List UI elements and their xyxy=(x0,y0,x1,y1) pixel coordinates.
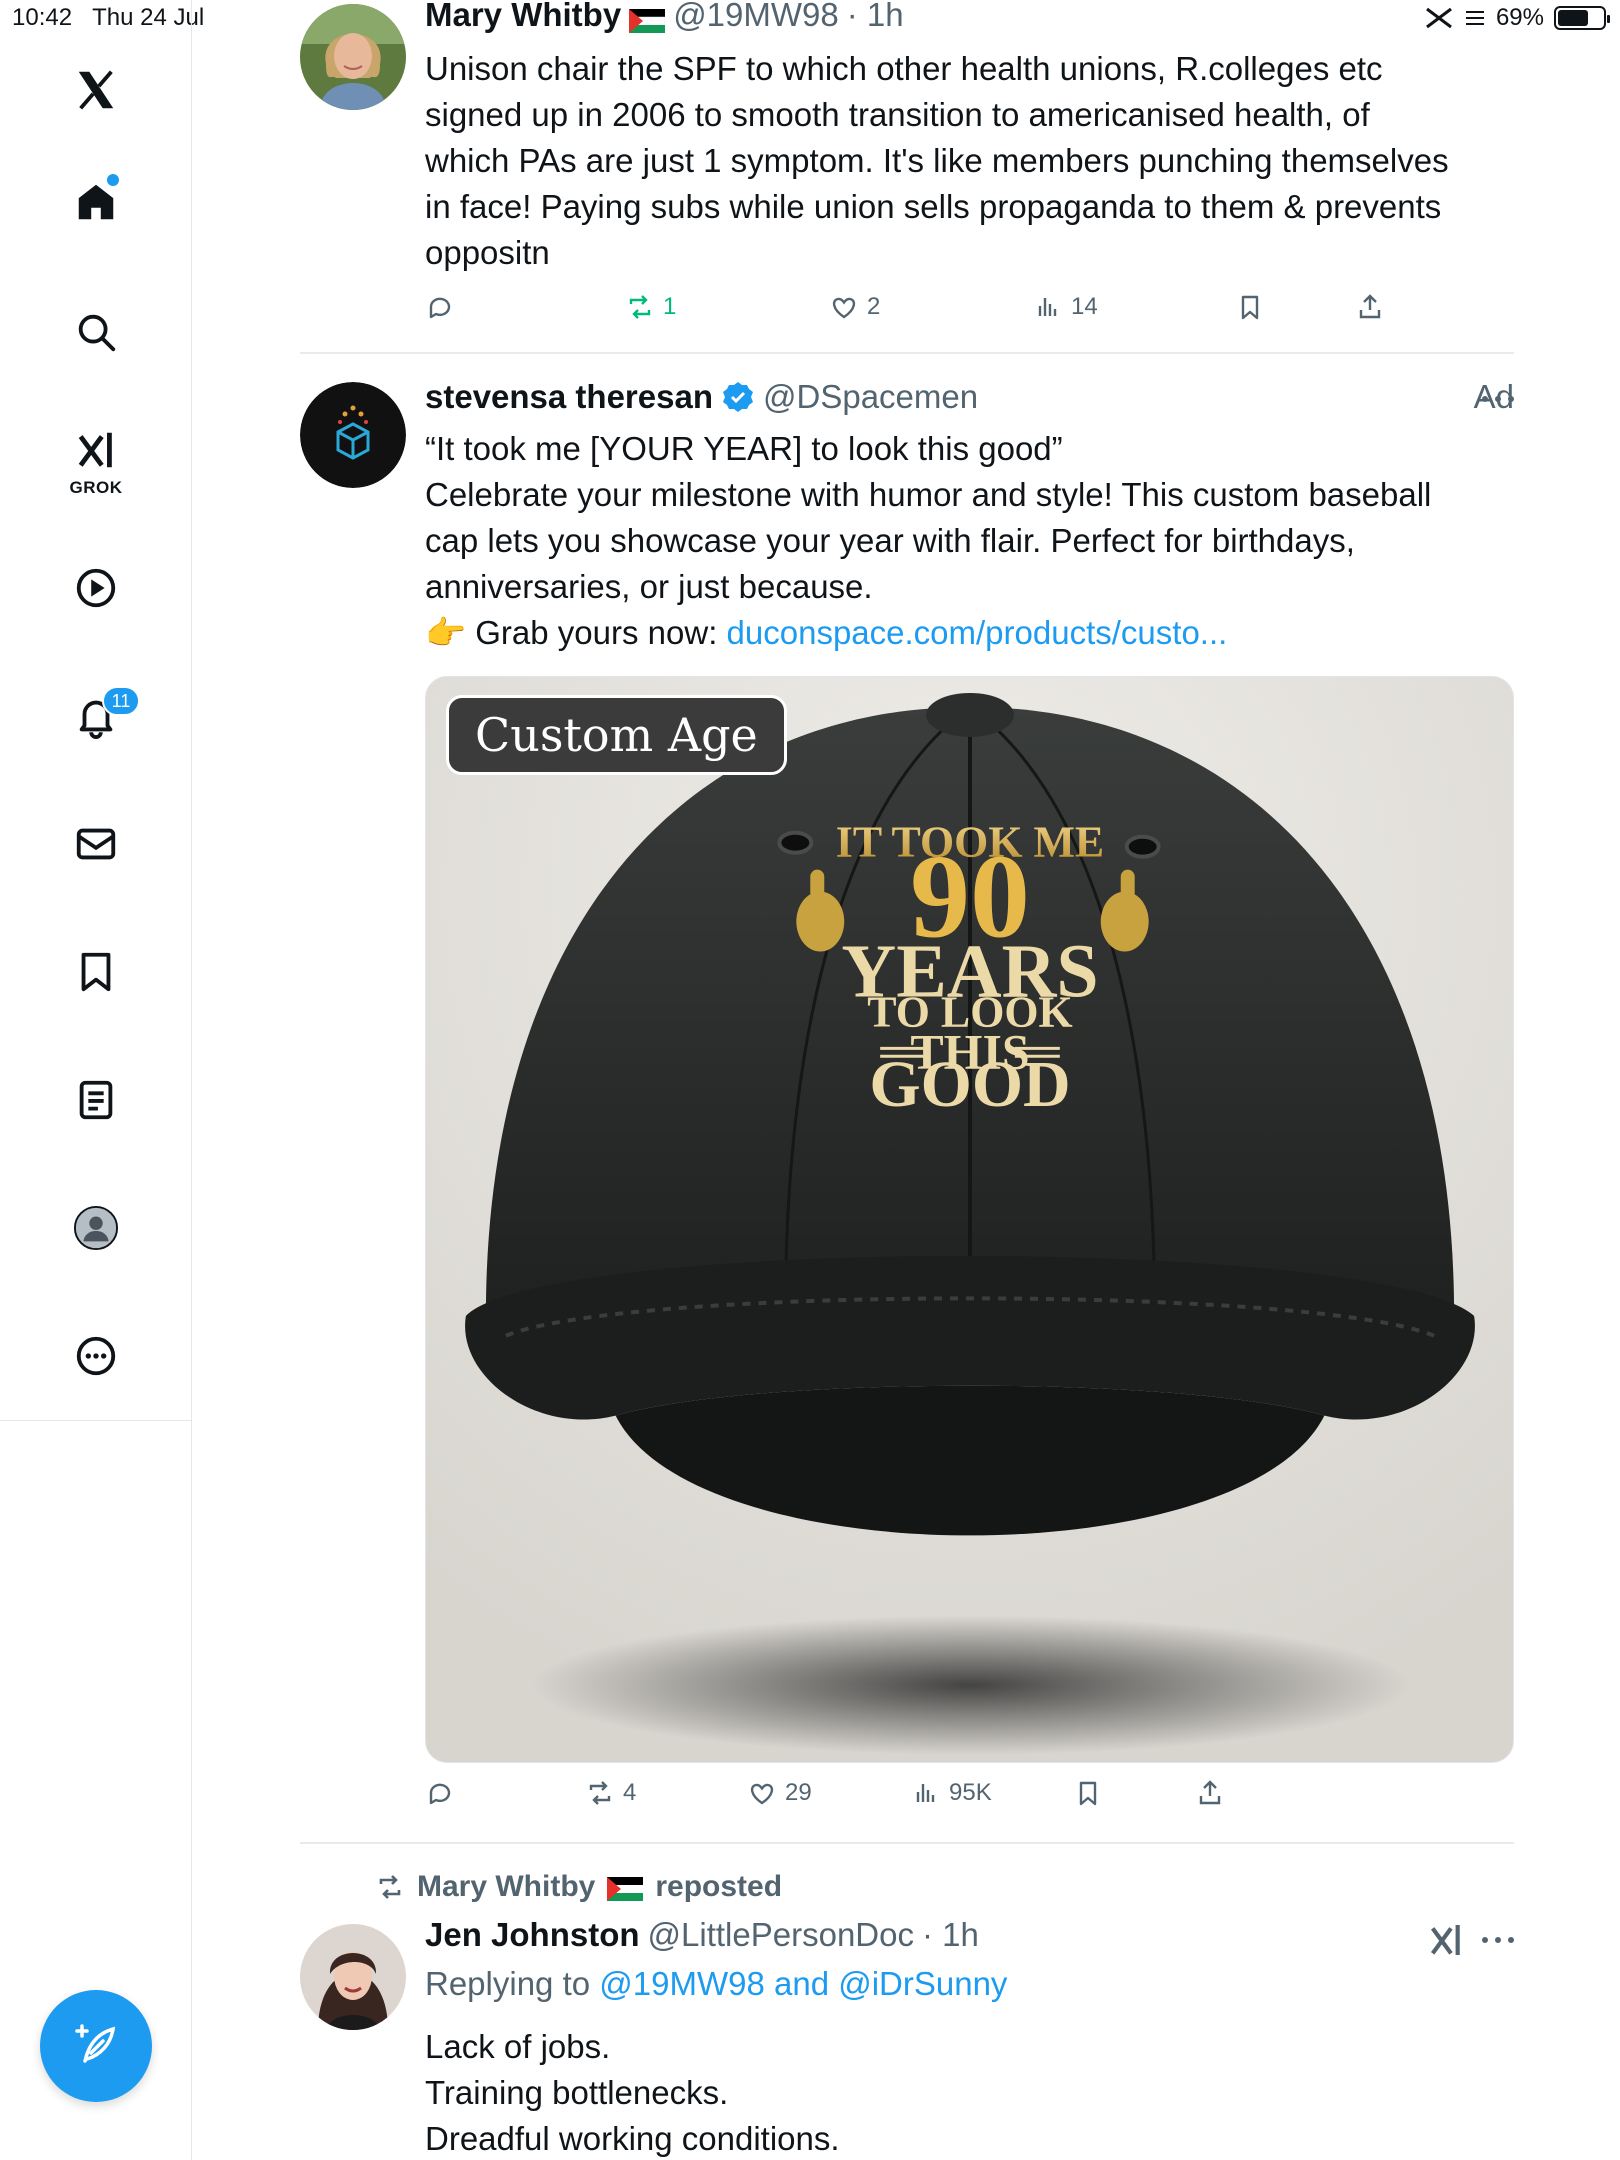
repost-suffix: reposted xyxy=(655,1870,783,1903)
post-text: “It took me [YOUR YEAR] to look this goo… xyxy=(425,430,1432,651)
battery-icon xyxy=(1554,6,1610,30)
post-time: · 1h xyxy=(921,1916,979,1953)
signal-icon xyxy=(1426,7,1452,29)
views-icon xyxy=(1038,298,1057,316)
sidebar-divider xyxy=(0,1420,192,1421)
repost-by[interactable]: Mary Whitby xyxy=(417,1870,595,1904)
sidebar: GROK 11 xyxy=(0,0,192,2160)
home-notification-dot xyxy=(107,174,119,186)
list-icon xyxy=(79,1080,113,1120)
compose-icon xyxy=(75,2024,116,2063)
ad-media-image[interactable]: IT TOOK ME 90 YEARS TO LOOK THIS GOOD Cu… xyxy=(425,676,1514,1763)
post-text: Unison chair the SPF to which other heal… xyxy=(425,50,1449,271)
share-icon xyxy=(1199,1780,1221,1805)
reply-button[interactable] xyxy=(425,1778,463,1808)
views-button[interactable]: 14 xyxy=(1033,292,1098,322)
status-right: 69% xyxy=(1424,4,1610,32)
bookmark-icon xyxy=(1241,295,1259,320)
reply-icon xyxy=(429,297,451,319)
avatar[interactable] xyxy=(300,1924,406,2030)
cap-text-line: GOOD xyxy=(869,1048,1070,1121)
bookmark-button[interactable] xyxy=(1235,292,1265,322)
sidebar-item-grok[interactable] xyxy=(66,420,126,480)
views-icon xyxy=(916,1784,935,1802)
search-icon xyxy=(78,314,116,352)
heart-icon xyxy=(832,297,856,319)
author-handle[interactable]: @DSpacemen xyxy=(763,378,978,416)
more-options-icon[interactable] xyxy=(1482,1930,1514,1950)
repost-context: Mary Whitby reposted xyxy=(375,1870,782,1904)
grok-icon xyxy=(78,432,112,468)
reply-icon xyxy=(429,1783,451,1805)
more-circle-icon xyxy=(76,1336,116,1376)
bookmark-icon xyxy=(1079,1781,1097,1806)
sidebar-item-profile[interactable] xyxy=(66,1198,126,1258)
avatar[interactable] xyxy=(300,382,406,488)
bookmark-button[interactable] xyxy=(1073,1778,1103,1808)
sidebar-item-bookmarks[interactable] xyxy=(66,942,126,1002)
repost-icon xyxy=(379,1875,401,1899)
reply-button[interactable] xyxy=(425,292,463,322)
post-header: Jen Johnston @LittlePersonDoc · 1h xyxy=(425,1916,979,1954)
like-button[interactable]: 29 xyxy=(747,1778,812,1808)
sidebar-item-lists[interactable] xyxy=(66,1070,126,1130)
x-logo-icon[interactable] xyxy=(66,60,126,120)
repost-button[interactable]: 4 xyxy=(585,1778,636,1808)
list-status-icon xyxy=(1465,11,1484,25)
avatar[interactable] xyxy=(300,4,406,110)
grab-prefix: 👉 Grab yours now: xyxy=(425,614,727,651)
heart-icon xyxy=(750,1783,774,1805)
replying-to-users[interactable]: @19MW98 and @iDrSunny xyxy=(599,1965,1007,2002)
repost-button[interactable]: 1 xyxy=(625,292,676,322)
sidebar-item-video[interactable] xyxy=(66,558,126,618)
palestine-flag-icon xyxy=(607,1875,644,1901)
replying-to: Replying to @19MW98 and @iDrSunny xyxy=(425,1965,1008,2002)
grok-label: GROK xyxy=(69,478,123,497)
bookmark-icon xyxy=(81,952,111,992)
mail-icon xyxy=(76,828,116,860)
author-name[interactable]: Mary Whitby xyxy=(425,0,621,34)
author-name[interactable]: Jen Johnston xyxy=(425,1916,640,1954)
post-divider xyxy=(300,352,1514,354)
palestine-flag-icon xyxy=(628,3,666,33)
post-header: stevensa theresan @DSpacemen xyxy=(425,378,978,416)
sidebar-item-more[interactable] xyxy=(66,1326,126,1386)
author-name[interactable]: stevensa theresan xyxy=(425,378,713,416)
repost-icon xyxy=(589,1781,611,1805)
play-icon xyxy=(76,568,116,608)
like-button[interactable]: 2 xyxy=(829,292,880,322)
profile-icon xyxy=(73,1205,119,1251)
cap-image: IT TOOK ME 90 YEARS TO LOOK THIS GOOD xyxy=(426,677,1513,1762)
sidebar-item-search[interactable] xyxy=(66,302,126,362)
post-divider xyxy=(300,1842,1514,1844)
share-button[interactable] xyxy=(1355,292,1385,322)
compose-button[interactable] xyxy=(40,1990,152,2102)
share-button[interactable] xyxy=(1195,1778,1225,1808)
more-options-icon[interactable] xyxy=(1482,389,1514,409)
views-button[interactable]: 95K xyxy=(911,1778,992,1808)
sidebar-item-messages[interactable] xyxy=(66,814,126,874)
author-handle[interactable]: @LittlePersonDoc xyxy=(648,1916,914,1954)
custom-age-badge: Custom Age xyxy=(446,695,787,775)
author-handle[interactable]: @19MW98 xyxy=(673,0,839,34)
post-header: Mary Whitby @19MW98 · 1h xyxy=(425,0,904,34)
grok-icon[interactable] xyxy=(1426,1920,1466,1960)
verified-badge-icon xyxy=(723,382,753,412)
post-time: · 1h xyxy=(846,0,904,33)
share-icon xyxy=(1359,294,1381,319)
ad-link[interactable]: duconspace.com/products/custo... xyxy=(727,614,1228,651)
notification-badge: 11 xyxy=(102,686,140,716)
battery-percent: 69% xyxy=(1495,4,1544,31)
repost-icon xyxy=(629,295,651,319)
post-text: Lack of jobs. Training bottlenecks. Drea… xyxy=(425,2028,840,2157)
